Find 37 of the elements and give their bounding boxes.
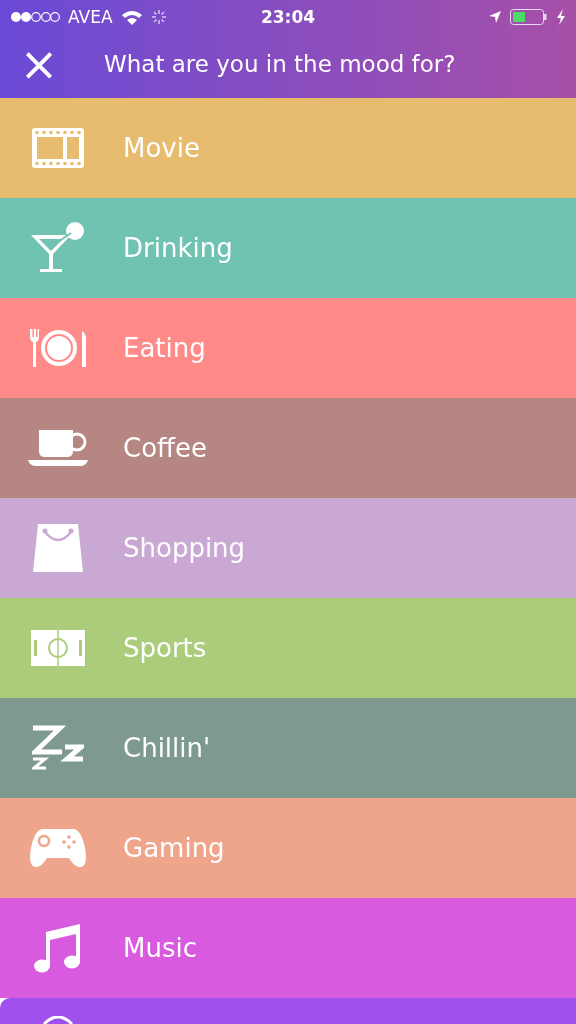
mood-label: Drinking	[123, 233, 233, 263]
mood-label: Shopping	[123, 533, 246, 563]
music-note-icon	[33, 923, 82, 973]
mood-row[interactable]: Drinking	[0, 198, 576, 298]
battery-icon	[510, 9, 548, 25]
cocktail-glass-icon	[30, 222, 85, 274]
mood-row[interactable]: Eating	[0, 298, 576, 398]
mood-row[interactable]: Shopping	[0, 498, 576, 598]
spinner-icon	[150, 9, 167, 25]
shopping-bag-icon	[32, 524, 83, 572]
mood-label: Gaming	[123, 833, 225, 863]
mood-row[interactable]: Chillin'	[0, 698, 576, 798]
location-arrow-icon	[488, 10, 502, 24]
carrier-name: AVEA	[68, 7, 113, 27]
plate-cutlery-icon	[28, 329, 87, 367]
close-button[interactable]: ×	[14, 41, 64, 87]
charging-bolt-icon	[556, 9, 566, 25]
sleep-icon	[31, 725, 84, 771]
mood-label: Movie	[123, 133, 200, 163]
signal-icon	[10, 11, 60, 23]
mood-row[interactable]: Coffee	[0, 398, 576, 498]
game-controller-icon	[28, 828, 87, 868]
coffee-cup-icon	[27, 430, 88, 466]
mood-row[interactable]: Music	[0, 898, 576, 998]
header-title: What are you in the mood for?	[104, 51, 456, 77]
status-time: 23:04	[259, 7, 317, 27]
mood-row[interactable]: Movie	[0, 98, 576, 198]
mood-label: Music	[123, 933, 197, 963]
film-icon	[31, 128, 84, 168]
mood-row[interactable]: Gaming	[0, 798, 576, 898]
mood-label: Chillin'	[123, 733, 211, 763]
mood-label: Eating	[123, 333, 206, 363]
soccer-field-icon	[30, 630, 85, 666]
mood-row[interactable]: Sports	[0, 598, 576, 698]
mood-label: Coffee	[123, 433, 207, 463]
wifi-icon	[120, 9, 143, 25]
mood-label: Sports	[123, 633, 207, 663]
